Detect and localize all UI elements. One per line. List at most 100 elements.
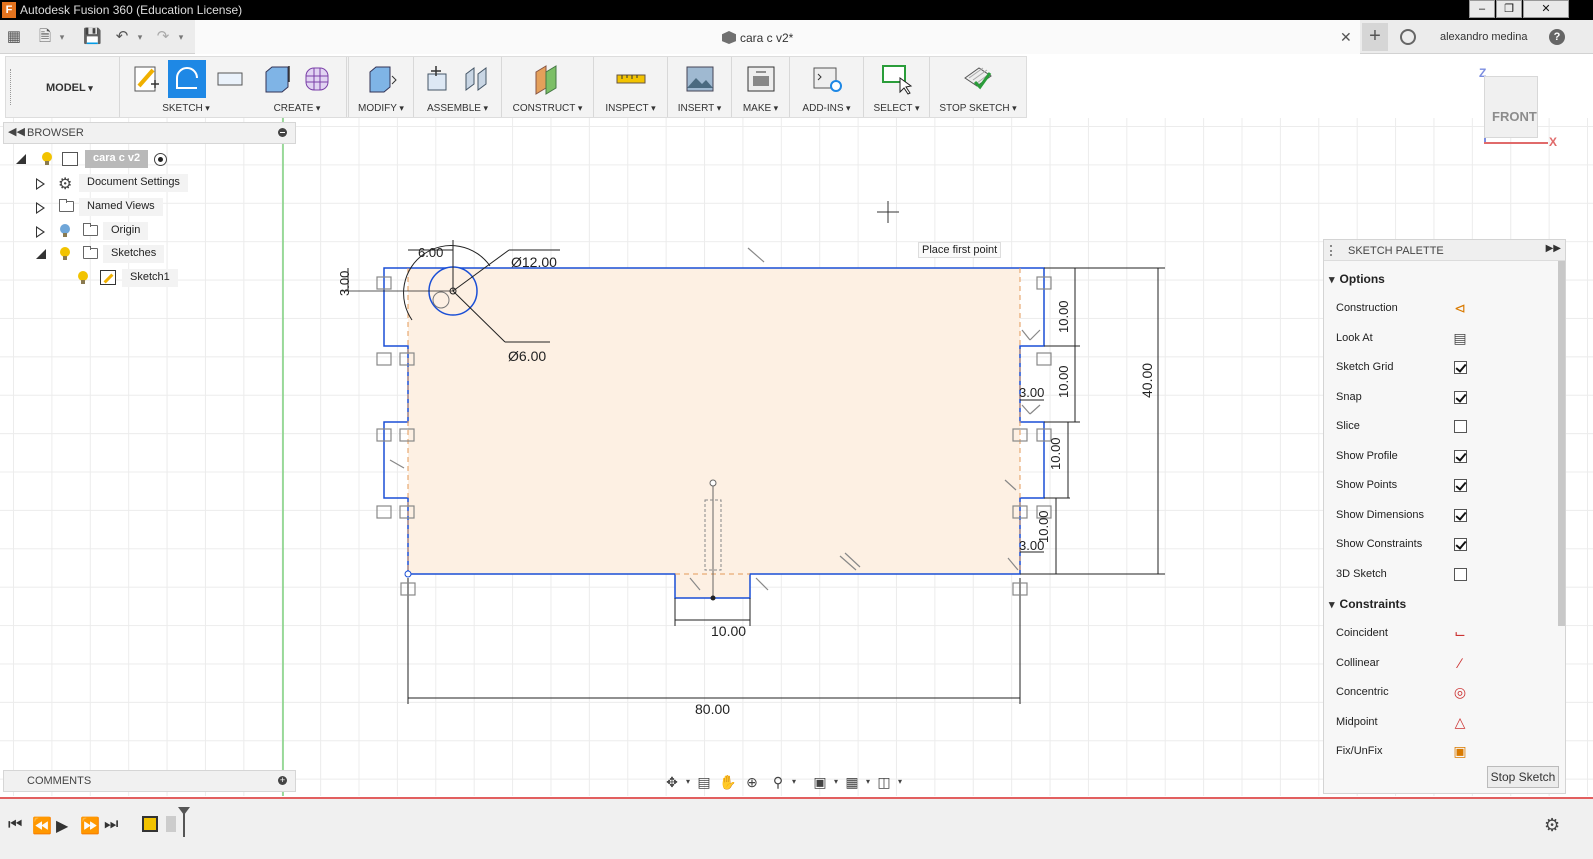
save-icon[interactable]: 💾 bbox=[83, 29, 102, 45]
step-back-icon[interactable]: ⏪ bbox=[32, 816, 52, 836]
dim-hole-large[interactable]: Ø12.00 bbox=[511, 254, 557, 270]
option-snap[interactable]: Snap bbox=[1336, 391, 1467, 404]
visibility-bulb-icon[interactable] bbox=[60, 224, 70, 237]
close-tab-icon[interactable]: ✕ bbox=[1340, 29, 1352, 46]
dim-3-a[interactable]: 3.00 bbox=[1019, 385, 1044, 400]
stop-sketch-button[interactable]: Stop Sketch bbox=[1487, 766, 1559, 788]
construction-icon[interactable]: ⊲ bbox=[1452, 300, 1468, 316]
option-3d-sketch[interactable]: 3D Sketch bbox=[1336, 568, 1467, 581]
lock-icon[interactable]: ▣ bbox=[1452, 743, 1468, 759]
add-ins-group[interactable]: ADD-INS bbox=[790, 57, 864, 117]
assemble-menu-label[interactable]: ASSEMBLE bbox=[414, 103, 501, 114]
dim-10-bottom[interactable]: 10.00 bbox=[711, 623, 746, 639]
midpoint-icon[interactable]: △ bbox=[1452, 714, 1468, 730]
modify-menu-label[interactable]: MODIFY bbox=[349, 103, 413, 114]
timeline-feature-icon[interactable] bbox=[166, 816, 176, 832]
expand-root-icon[interactable] bbox=[16, 154, 26, 164]
add-comment-icon[interactable]: + bbox=[278, 776, 287, 785]
constraint-concentric[interactable]: Concentric ◎ bbox=[1336, 684, 1466, 700]
concentric-icon[interactable]: ◎ bbox=[1452, 684, 1468, 700]
minimize-browser-icon[interactable] bbox=[278, 128, 287, 137]
slice-checkbox[interactable] bbox=[1454, 420, 1467, 433]
3d-print-icon[interactable] bbox=[744, 62, 778, 96]
data-panel-grid-icon[interactable]: ▦ bbox=[6, 29, 22, 45]
dim-3-b[interactable]: 3.00 bbox=[1019, 538, 1044, 553]
drag-handle-icon[interactable] bbox=[1330, 245, 1332, 256]
dim-hole-small[interactable]: Ø6.00 bbox=[508, 348, 546, 364]
view-cube-face-label[interactable]: FRONT bbox=[1492, 109, 1537, 124]
construct-menu-label[interactable]: CONSTRUCT bbox=[502, 103, 593, 114]
zoom-icon[interactable]: ⊕ bbox=[743, 773, 761, 791]
expand-icon[interactable] bbox=[36, 202, 45, 214]
show-constraints-checkbox[interactable] bbox=[1454, 538, 1467, 551]
dim-10-b[interactable]: 10.00 bbox=[1056, 365, 1071, 398]
line-tool-icon[interactable] bbox=[168, 60, 206, 98]
dim-6[interactable]: 6.00 bbox=[418, 245, 443, 260]
create-group[interactable]: CREATE bbox=[256, 57, 342, 117]
browser-item-label[interactable]: Sketches bbox=[103, 245, 165, 263]
constraints-section[interactable]: Constraints bbox=[1329, 597, 1407, 611]
redo-dropdown-icon[interactable]: ▾ bbox=[177, 29, 185, 45]
dim-10-a[interactable]: 10.00 bbox=[1056, 300, 1071, 333]
sketch-grid-checkbox[interactable] bbox=[1454, 361, 1467, 374]
snap-checkbox[interactable] bbox=[1454, 391, 1467, 404]
visibility-bulb-icon[interactable] bbox=[78, 271, 88, 284]
help-icon[interactable]: ? bbox=[1549, 29, 1565, 45]
file-dropdown-icon[interactable]: ▾ bbox=[58, 29, 66, 45]
option-show-profile[interactable]: Show Profile bbox=[1336, 450, 1467, 463]
new-tab-button[interactable]: + bbox=[1362, 23, 1388, 51]
coincident-icon[interactable]: ⌙ bbox=[1452, 625, 1468, 641]
go-to-start-icon[interactable]: ⏮ bbox=[8, 816, 22, 834]
stop-sketch-icon[interactable] bbox=[961, 62, 995, 96]
form-icon[interactable] bbox=[300, 62, 334, 96]
construct-group[interactable]: CONSTRUCT bbox=[502, 57, 594, 117]
look-at-icon[interactable]: ▤ bbox=[1452, 330, 1468, 346]
workspace-switcher[interactable]: MODEL bbox=[6, 57, 120, 117]
browser-root[interactable]: cara c v2 bbox=[16, 150, 176, 170]
browser-item-origin[interactable]: Origin bbox=[36, 222, 156, 242]
constraint-collinear[interactable]: Collinear ∕ bbox=[1336, 655, 1461, 671]
select-group[interactable]: SELECT bbox=[864, 57, 930, 117]
option-show-points[interactable]: Show Points bbox=[1336, 479, 1467, 492]
new-component-icon[interactable] bbox=[422, 62, 456, 96]
option-slice[interactable]: Slice bbox=[1336, 420, 1467, 433]
dim-40[interactable]: 40.00 bbox=[1139, 363, 1155, 398]
option-show-dimensions[interactable]: Show Dimensions bbox=[1336, 509, 1467, 522]
browser-item-sketch1[interactable]: Sketch1 bbox=[76, 269, 186, 289]
timeline-marker[interactable] bbox=[178, 807, 190, 837]
browser-item-label[interactable]: Document Settings bbox=[79, 174, 188, 192]
browser-item-label[interactable]: Named Views bbox=[79, 198, 163, 216]
go-to-end-icon[interactable]: ⏭ bbox=[104, 816, 118, 834]
expand-icon[interactable] bbox=[36, 178, 45, 190]
visibility-bulb-icon[interactable] bbox=[60, 247, 70, 260]
constraint-midpoint[interactable]: Midpoint △ bbox=[1336, 714, 1465, 730]
show-dimensions-checkbox[interactable] bbox=[1454, 509, 1467, 522]
offset-plane-icon[interactable] bbox=[530, 62, 564, 96]
user-name[interactable]: alexandro medina bbox=[1440, 31, 1527, 43]
expand-palette-icon[interactable]: ▶▶ bbox=[1546, 243, 1561, 254]
visibility-bulb-icon[interactable] bbox=[42, 152, 52, 165]
scripts-icon[interactable] bbox=[810, 62, 844, 96]
modify-group[interactable]: MODIFY bbox=[348, 57, 414, 117]
dim-80[interactable]: 80.00 bbox=[695, 701, 730, 717]
expand-icon[interactable] bbox=[36, 226, 45, 238]
pan-hand-icon[interactable]: ✋ bbox=[719, 773, 737, 791]
dim-3-left[interactable]: 3.00 bbox=[337, 271, 352, 296]
select-icon[interactable] bbox=[880, 62, 914, 96]
insert-image-icon[interactable] bbox=[683, 62, 717, 96]
browser-item-label[interactable]: Sketch1 bbox=[122, 269, 178, 287]
redo-icon[interactable]: ↷ bbox=[155, 29, 171, 45]
minimize-button[interactable]: – bbox=[1469, 0, 1495, 18]
constraint-fix-unfix[interactable]: Fix/UnFix ▣ bbox=[1336, 743, 1467, 759]
browser-item-label[interactable]: Origin bbox=[103, 222, 149, 240]
look-at-nav-icon[interactable]: ▤ bbox=[695, 773, 713, 791]
viewports-dropdown-icon[interactable]: ▾ bbox=[891, 773, 909, 791]
play-icon[interactable]: ▶ bbox=[56, 816, 68, 836]
browser-panel-header[interactable]: ◀◀ BROWSER bbox=[3, 122, 296, 144]
collapse-icon[interactable] bbox=[36, 249, 46, 259]
stop-sketch-group[interactable]: STOP SKETCH bbox=[930, 57, 1026, 117]
comments-panel[interactable]: COMMENTS + bbox=[3, 770, 296, 792]
inspect-menu-label[interactable]: INSPECT bbox=[594, 103, 667, 114]
extrude-icon[interactable] bbox=[260, 62, 294, 96]
activate-radio-icon[interactable] bbox=[154, 153, 167, 166]
